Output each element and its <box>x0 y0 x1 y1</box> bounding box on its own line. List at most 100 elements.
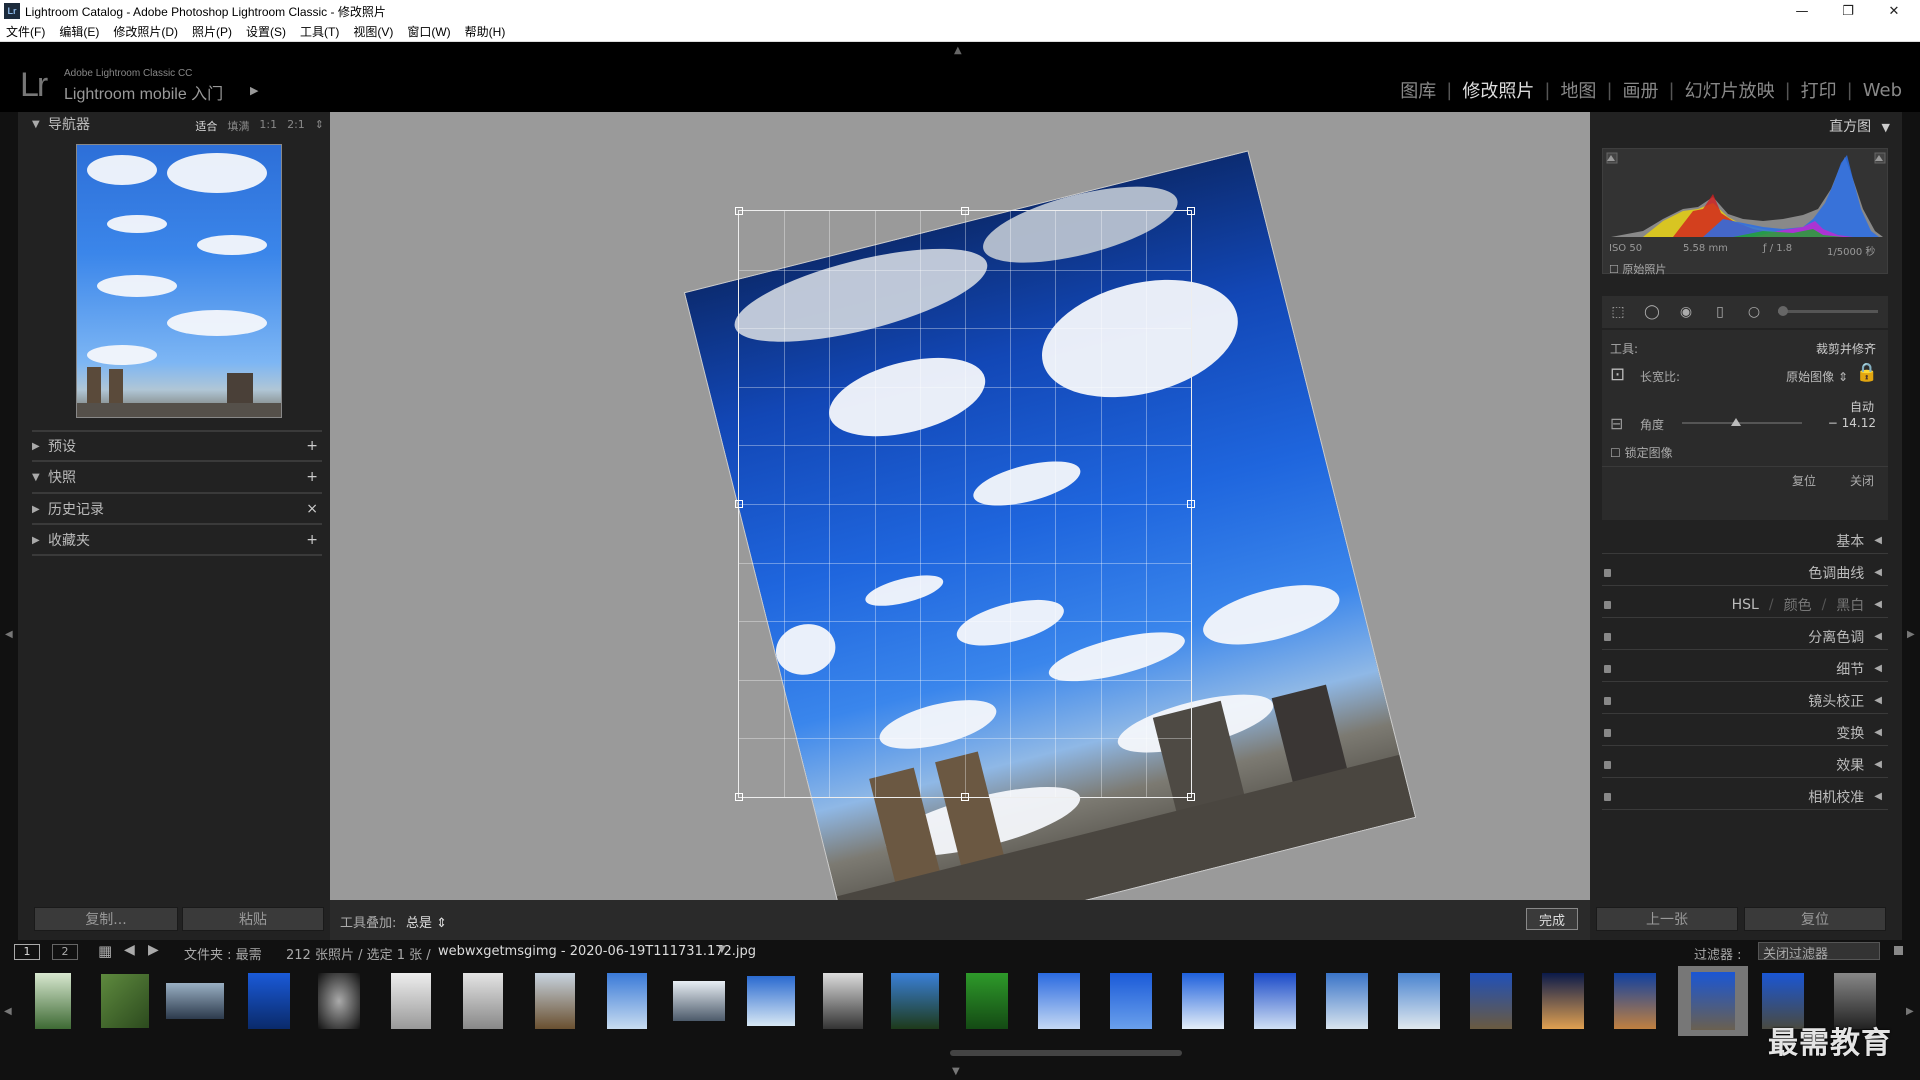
radial-filter-icon[interactable]: ○ <box>1744 302 1764 322</box>
panel-bw-label[interactable]: 黑白 <box>1836 595 1864 615</box>
crop-tool-icon[interactable]: ⬚ <box>1608 302 1628 322</box>
crop-frame[interactable] <box>735 207 1195 801</box>
panel-hsl[interactable]: HSL / 颜色 / 黑白 ◀ <box>1602 592 1888 618</box>
angle-value[interactable]: − 14.12 <box>1828 416 1876 430</box>
zoom-fill[interactable]: 填满 <box>227 118 249 134</box>
crop-close-button[interactable]: 关闭 <box>1850 472 1874 489</box>
panel-detail[interactable]: 细节 ◀ <box>1602 656 1888 682</box>
filmstrip-thumb[interactable] <box>1534 972 1592 1030</box>
graduated-filter-icon[interactable]: ▯ <box>1710 302 1730 322</box>
angle-slider[interactable] <box>1682 418 1802 426</box>
panel-lens-corrections[interactable]: 镜头校正 ◀ <box>1602 688 1888 714</box>
add-preset-icon[interactable]: + <box>306 438 318 454</box>
close-button[interactable]: ✕ <box>1872 0 1916 22</box>
filmstrip-thumb[interactable] <box>310 972 368 1030</box>
crop-handle[interactable] <box>1187 500 1195 508</box>
filmstrip-scrollbar[interactable] <box>950 1050 1182 1056</box>
collections-header[interactable]: ▶ 收藏夹 + <box>18 528 330 552</box>
panel-switch-icon[interactable] <box>1604 600 1611 609</box>
angle-slider-thumb[interactable] <box>1731 418 1741 426</box>
menu-tools[interactable]: 工具(T) <box>300 23 339 40</box>
module-slideshow[interactable]: 幻灯片放映 <box>1675 77 1785 103</box>
panel-switch-icon[interactable] <box>1604 664 1611 673</box>
panel-switch-icon[interactable] <box>1604 792 1611 801</box>
filmstrip-thumb[interactable] <box>1462 972 1520 1030</box>
scroll-right-icon[interactable]: ▶ <box>1906 1006 1914 1017</box>
panel-switch-icon[interactable] <box>1604 760 1611 769</box>
lock-icon[interactable]: 🔒 <box>1856 362 1878 383</box>
panel-switch-icon[interactable] <box>1604 632 1611 641</box>
crop-handle[interactable] <box>961 793 969 801</box>
panel-tone-curve[interactable]: 色调曲线 ◀ <box>1602 560 1888 586</box>
done-button[interactable]: 完成 <box>1526 908 1578 930</box>
panel-basic[interactable]: 基本 ◀ <box>1602 528 1888 554</box>
current-filename[interactable]: webwxgetmsgimg - 2020-06-19T111731.172.j… <box>438 944 756 959</box>
module-library[interactable]: 图库 <box>1390 77 1446 103</box>
crop-handle[interactable] <box>961 207 969 215</box>
filter-select[interactable]: 关闭过滤器 <box>1758 942 1880 962</box>
filmstrip-thumb[interactable] <box>24 972 82 1030</box>
scroll-left-icon[interactable]: ◀ <box>4 1006 12 1017</box>
play-arrow-icon[interactable]: ▶ <box>250 84 258 97</box>
adjustment-brush-icon[interactable] <box>1778 310 1878 313</box>
panel-split-toning[interactable]: 分离色调 ◀ <box>1602 624 1888 650</box>
panel-switch-icon[interactable] <box>1604 728 1611 737</box>
filmstrip-thumb[interactable] <box>1246 972 1304 1030</box>
source-folder[interactable]: 文件夹 : 最需 <box>184 944 262 963</box>
crop-handle[interactable] <box>1187 793 1195 801</box>
histogram[interactable]: ISO 50 5.58 mm ƒ / 1.8 1/5000 秒 ☐ 原始照片 <box>1602 148 1888 277</box>
presets-header[interactable]: ▶ 预设 + <box>18 434 330 458</box>
snapshots-header[interactable]: ▼ 快照 + <box>18 465 330 489</box>
module-book[interactable]: 画册 <box>1613 77 1669 103</box>
menu-develop[interactable]: 修改照片(D) <box>113 23 178 40</box>
filter-lock-icon[interactable] <box>1894 946 1903 955</box>
menu-photo[interactable]: 照片(P) <box>192 23 232 40</box>
zoom-fit[interactable]: 适合 <box>195 118 217 134</box>
filmstrip-thumb[interactable] <box>454 972 512 1030</box>
forward-arrow-icon[interactable]: ▶ <box>148 942 159 958</box>
crop-reset-button[interactable]: 复位 <box>1792 472 1816 489</box>
zoom-menu-icon[interactable]: ⇕ <box>315 118 324 134</box>
back-arrow-icon[interactable]: ◀ <box>124 942 135 958</box>
filmstrip-thumb[interactable] <box>742 972 800 1030</box>
crop-handle[interactable] <box>735 207 743 215</box>
collapse-bottom-icon[interactable]: ▼ <box>952 1066 960 1077</box>
crop-handle[interactable] <box>735 793 743 801</box>
panel-effects[interactable]: 效果 ◀ <box>1602 752 1888 778</box>
panel-calibration[interactable]: 相机校准 ◀ <box>1602 784 1888 810</box>
previous-button[interactable]: 上一张 <box>1596 907 1738 931</box>
zoom-1-1[interactable]: 1:1 <box>259 118 277 134</box>
menu-view[interactable]: 视图(V) <box>353 23 393 40</box>
panel-switch-icon[interactable] <box>1604 568 1611 577</box>
filmstrip-thumb[interactable] <box>1390 972 1448 1030</box>
mobile-link[interactable]: Lightroom mobile 入门 <box>64 80 223 104</box>
module-web[interactable]: Web <box>1853 80 1912 101</box>
navigator-preview[interactable] <box>76 144 282 418</box>
add-snapshot-icon[interactable]: + <box>306 469 318 485</box>
collapse-left-icon[interactable]: ◀ <box>5 629 13 640</box>
view-1-button[interactable]: 1 <box>14 944 40 960</box>
view-2-button[interactable]: 2 <box>52 944 78 960</box>
original-photo-toggle[interactable]: ☐ 原始照片 <box>1609 261 1666 277</box>
history-header[interactable]: ▶ 历史记录 × <box>18 497 330 521</box>
module-map[interactable]: 地图 <box>1550 77 1606 103</box>
module-print[interactable]: 打印 <box>1791 77 1847 103</box>
histogram-header[interactable]: 直方图 ▼ <box>1829 116 1890 136</box>
filmstrip-thumb[interactable] <box>958 972 1016 1030</box>
red-eye-icon[interactable]: ◉ <box>1676 302 1696 322</box>
filmstrip-thumb[interactable] <box>598 972 656 1030</box>
add-collection-icon[interactable]: + <box>306 532 318 548</box>
straighten-tool-icon[interactable]: ⊟ <box>1610 414 1623 433</box>
filmstrip-thumb[interactable] <box>526 972 584 1030</box>
filmstrip-thumb[interactable] <box>166 972 224 1030</box>
menu-window[interactable]: 窗口(W) <box>407 23 450 40</box>
menu-help[interactable]: 帮助(H) <box>465 23 506 40</box>
maximize-button[interactable]: ❐ <box>1826 0 1870 22</box>
filmstrip-thumb[interactable] <box>670 972 728 1030</box>
filmstrip-thumb[interactable] <box>886 972 944 1030</box>
filmstrip-thumb[interactable] <box>1606 972 1664 1030</box>
paste-settings-button[interactable]: 粘贴 <box>182 907 324 931</box>
crop-overlay-icon[interactable]: ⊡ <box>1610 364 1625 385</box>
navigator-header[interactable]: ▼ 导航器 适合 填满 1:1 2:1 ⇕ <box>18 112 330 136</box>
filmstrip-thumb[interactable] <box>1174 972 1232 1030</box>
